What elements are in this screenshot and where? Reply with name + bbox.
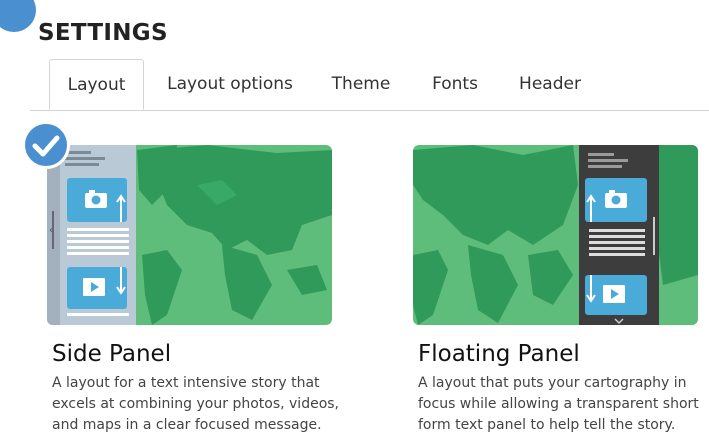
tab-fonts[interactable]: Fonts xyxy=(422,59,488,109)
layout-description: A layout for a text intensive story that… xyxy=(52,375,340,433)
page-title: SETTINGS xyxy=(38,20,168,46)
selected-check-icon xyxy=(22,121,70,169)
layout-title: Side Panel xyxy=(52,341,172,367)
settings-tabs: Layout Layout options Theme Fonts Header xyxy=(30,59,709,111)
tab-layout[interactable]: Layout xyxy=(49,59,144,110)
side-panel-thumbnail[interactable]: ‹ xyxy=(47,145,332,325)
layout-description: A layout that puts your cartography in f… xyxy=(418,375,699,433)
tab-header[interactable]: Header xyxy=(508,59,592,109)
tab-theme[interactable]: Theme xyxy=(322,59,400,109)
layout-title: Floating Panel xyxy=(418,341,580,367)
app-badge-icon xyxy=(0,0,36,32)
tab-layout-options[interactable]: Layout options xyxy=(156,59,304,109)
floating-panel-thumbnail[interactable] xyxy=(413,145,698,325)
